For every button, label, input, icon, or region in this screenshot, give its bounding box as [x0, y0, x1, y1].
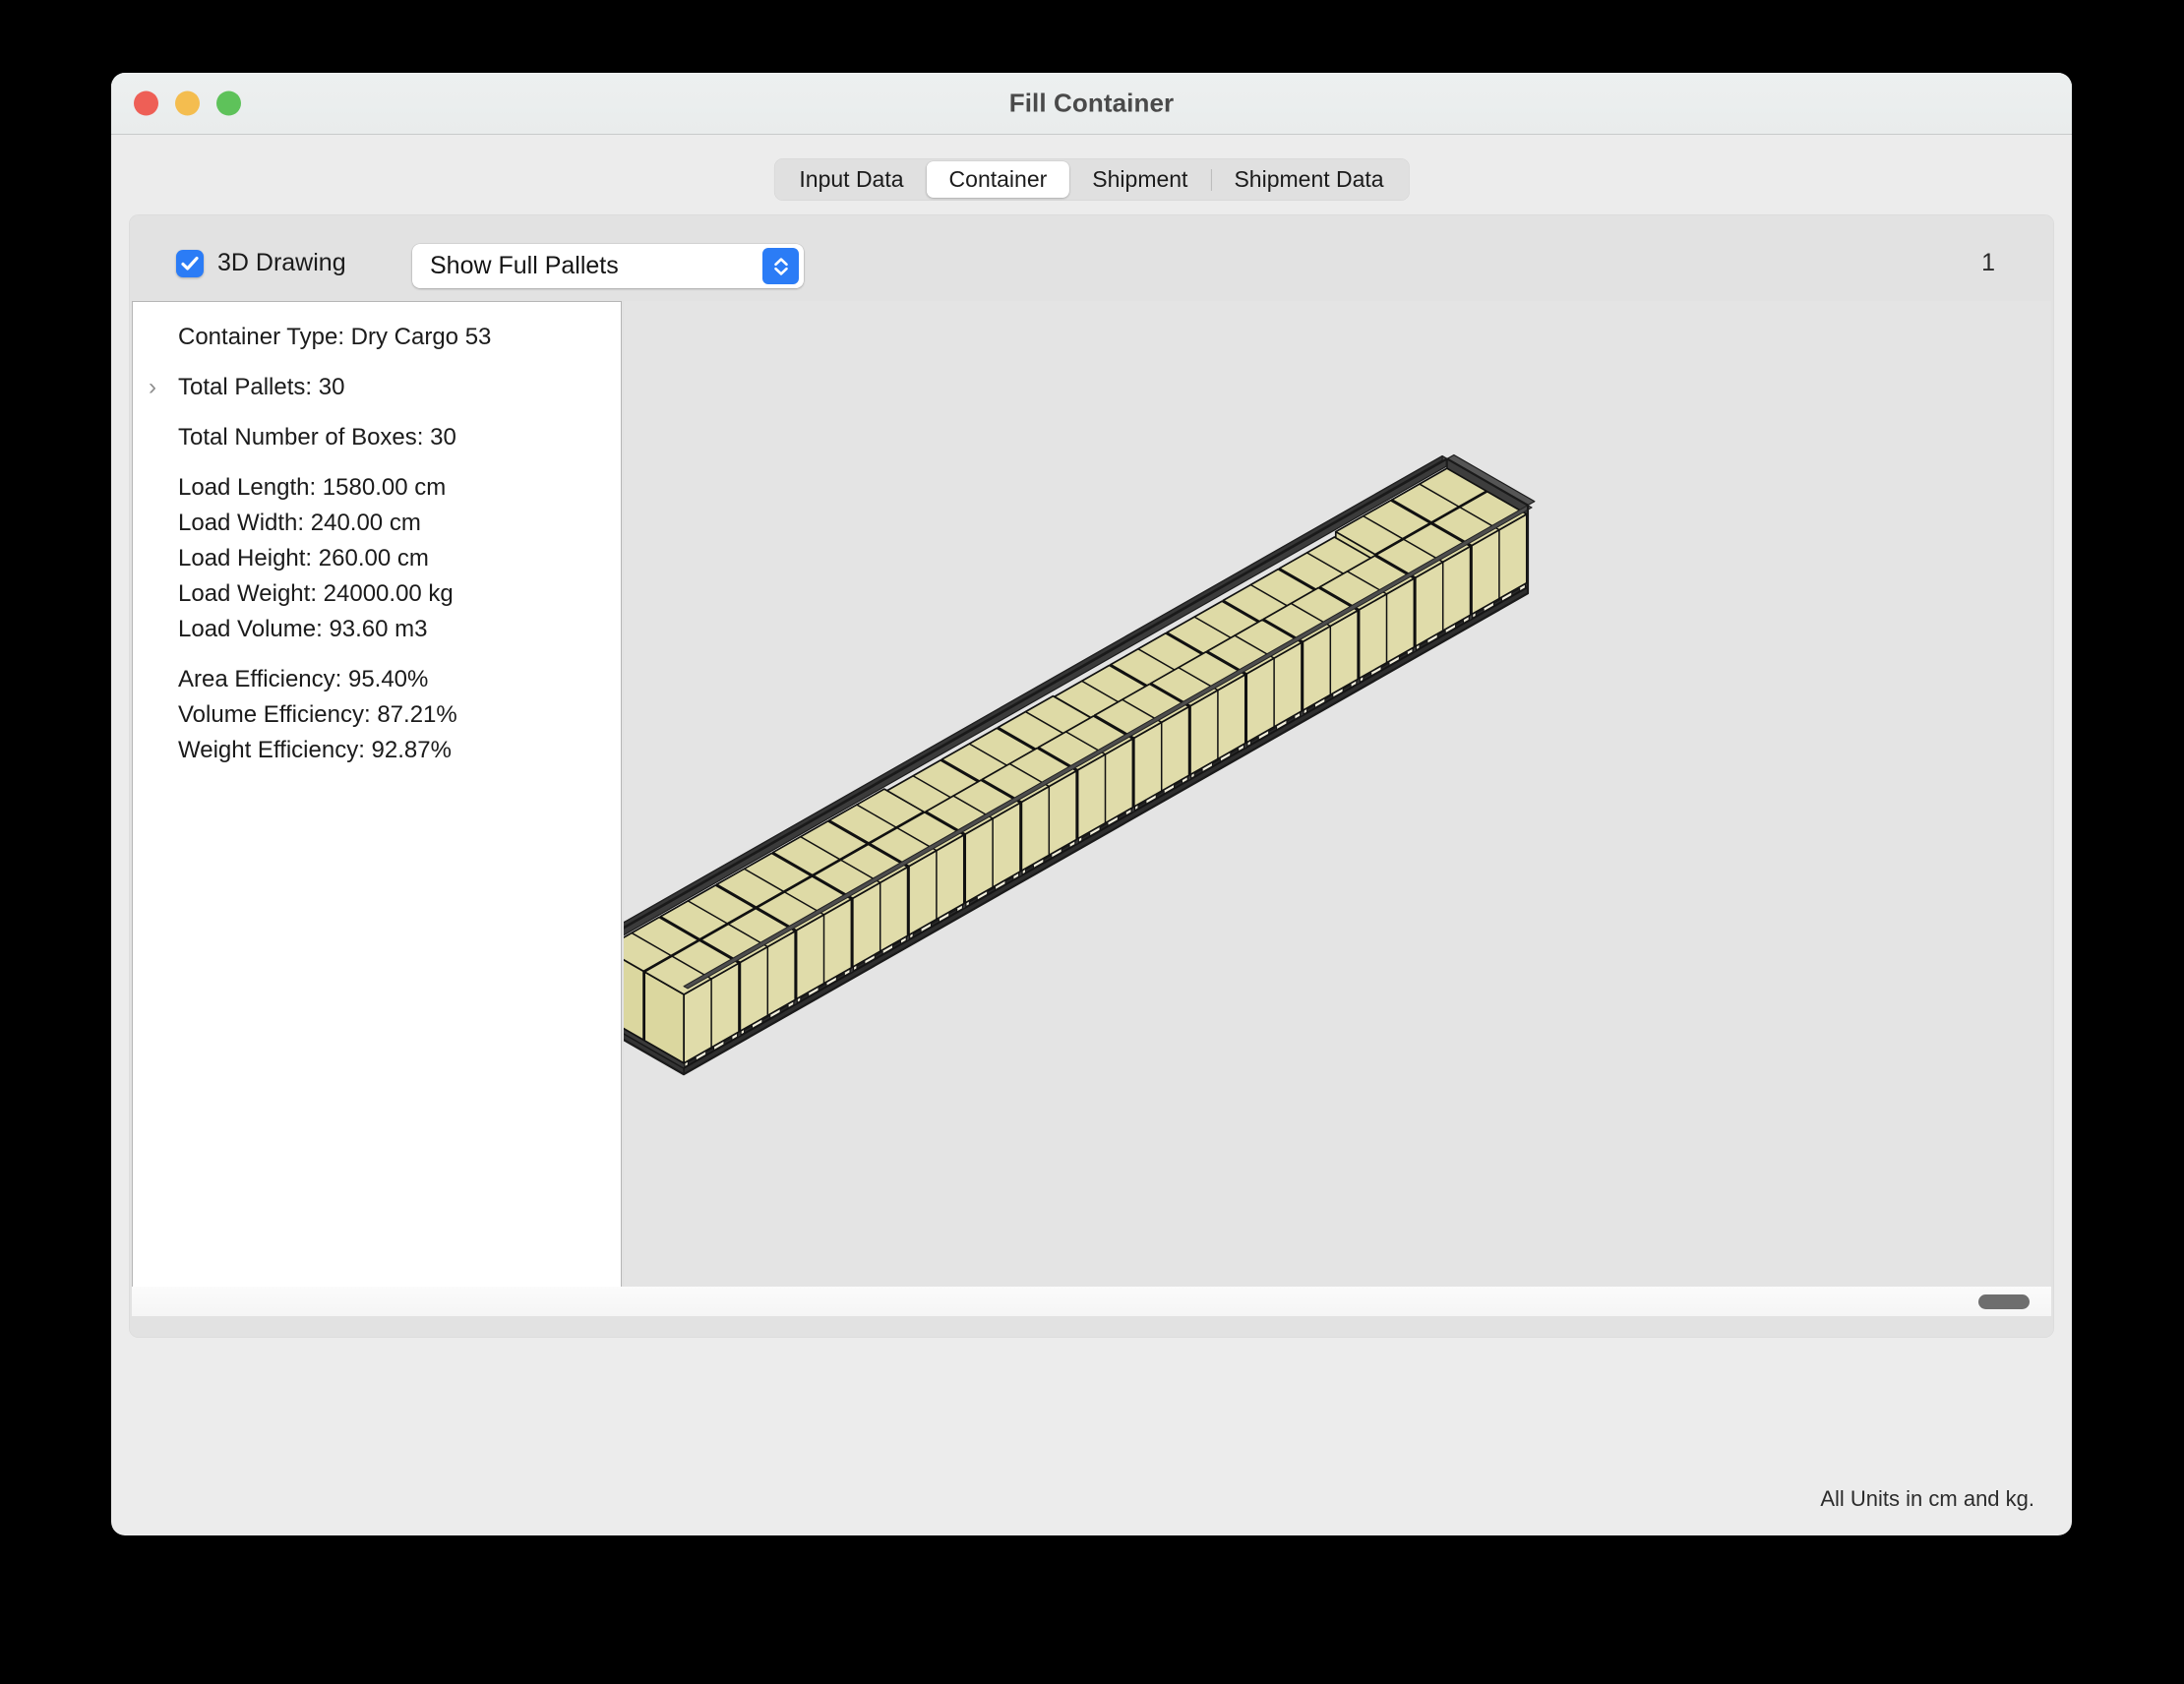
window-titlebar: Fill Container — [111, 73, 2072, 135]
load-summary-list[interactable]: Container Type: Dry Cargo 53 › Total Pal… — [132, 301, 622, 1288]
view-mode-popup-value: Show Full Pallets — [430, 252, 619, 279]
list-item[interactable]: Load Volume: 93.60 m3 — [133, 612, 621, 647]
list-item[interactable]: Container Type: Dry Cargo 53 — [133, 320, 621, 355]
info-text: Volume Efficiency: 87.21% — [178, 701, 457, 728]
list-item[interactable]: Total Number of Boxes: 30 — [133, 420, 621, 455]
list-item[interactable]: Load Length: 1580.00 cm — [133, 470, 621, 506]
tab-bar: Input Data Container Shipment Shipment D… — [773, 158, 1410, 201]
fill-container-window: Fill Container Input Data Container Ship… — [111, 73, 2072, 1535]
container-panel: 3D Drawing Show Full Pallets 1 Container… — [129, 214, 2054, 1338]
checkmark-icon — [181, 256, 199, 271]
tab-input-data[interactable]: Input Data — [776, 161, 926, 198]
info-text: Load Weight: 24000.00 kg — [178, 580, 454, 607]
3d-drawing-checkbox-group[interactable]: 3D Drawing — [176, 249, 346, 277]
horizontal-scrollbar[interactable] — [132, 1287, 2051, 1316]
tab-shipment-data[interactable]: Shipment Data — [1211, 161, 1406, 198]
list-item[interactable]: Load Weight: 24000.00 kg — [133, 576, 621, 612]
list-item[interactable]: Volume Efficiency: 87.21% — [133, 697, 621, 733]
chevron-right-icon[interactable]: › — [149, 376, 156, 399]
3d-drawing-checkbox[interactable] — [176, 249, 204, 277]
container-index-counter: 1 — [1981, 249, 1995, 276]
units-note: All Units in cm and kg. — [1820, 1486, 2034, 1511]
tab-bar-row: Input Data Container Shipment Shipment D… — [111, 135, 2072, 208]
chevron-up-down-icon[interactable] — [762, 248, 799, 284]
isometric-container-svg — [624, 453, 1536, 1076]
info-text: Load Length: 1580.00 cm — [178, 474, 447, 501]
info-text: Total Number of Boxes: 30 — [178, 424, 456, 451]
info-text: Load Height: 260.00 cm — [178, 545, 429, 571]
list-item[interactable]: Load Height: 260.00 cm — [133, 541, 621, 576]
container-3d-drawing[interactable] — [624, 301, 2051, 1288]
tab-container[interactable]: Container — [926, 161, 1070, 198]
list-item[interactable]: Weight Efficiency: 92.87% — [133, 733, 621, 768]
info-text: Load Width: 240.00 cm — [178, 510, 421, 536]
window-title: Fill Container — [1008, 88, 1175, 118]
list-item-total-pallets[interactable]: › Total Pallets: 30 — [133, 370, 621, 405]
chevron-up-down-glyph — [773, 257, 788, 275]
info-text: Area Efficiency: 95.40% — [178, 666, 429, 692]
list-item[interactable]: Load Width: 240.00 cm — [133, 506, 621, 541]
info-text: Load Volume: 93.60 m3 — [178, 616, 428, 642]
info-text: Container Type: Dry Cargo 53 — [178, 324, 492, 350]
info-text: Weight Efficiency: 92.87% — [178, 737, 452, 763]
3d-drawing-label: 3D Drawing — [217, 249, 346, 276]
view-mode-popup-button[interactable]: Show Full Pallets — [412, 244, 804, 288]
tab-shipment[interactable]: Shipment — [1069, 161, 1210, 198]
info-text: Total Pallets: 30 — [178, 374, 345, 400]
scrollbar-thumb[interactable] — [1978, 1294, 2030, 1309]
controls-row: 3D Drawing Show Full Pallets 1 — [129, 244, 2054, 295]
list-item[interactable]: Area Efficiency: 95.40% — [133, 662, 621, 697]
load-summary-lines: Container Type: Dry Cargo 53 › Total Pal… — [133, 302, 621, 768]
